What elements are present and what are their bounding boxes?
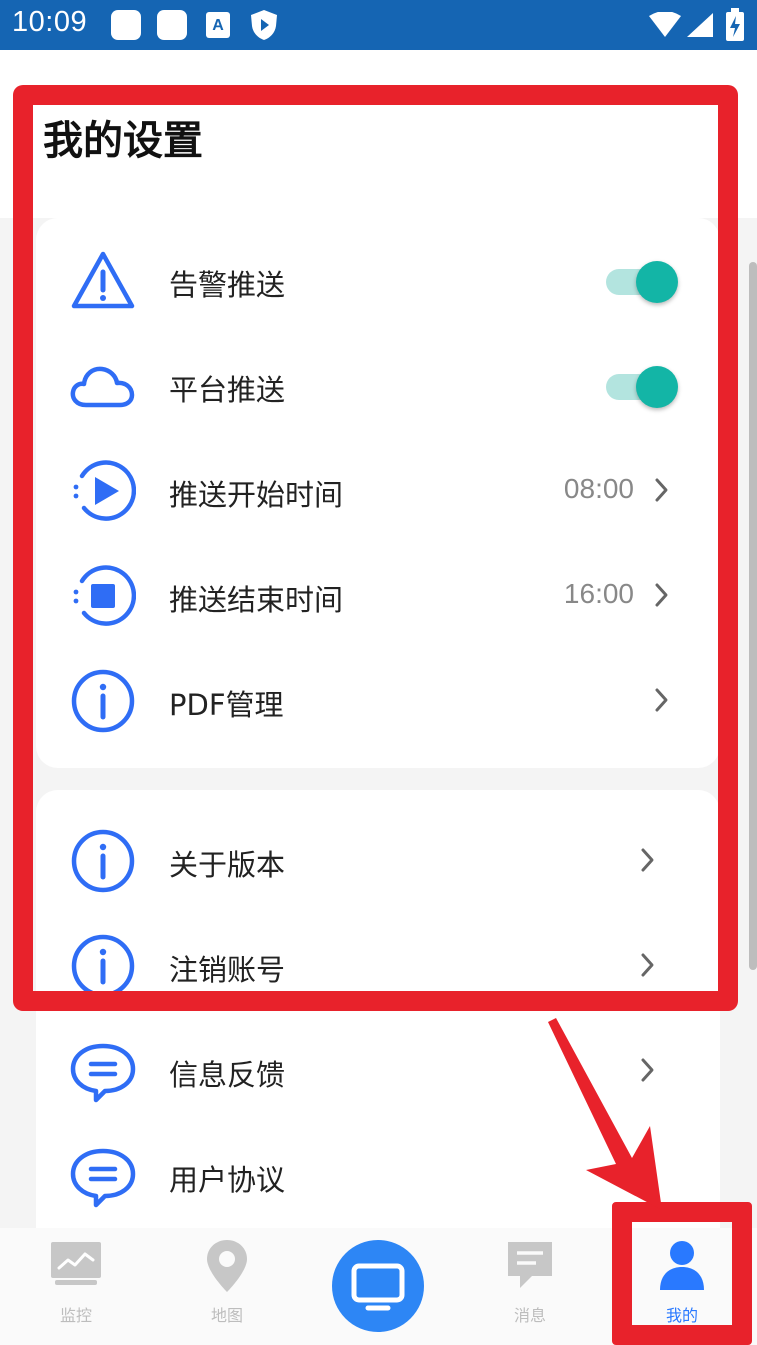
- chevron-right-icon: [655, 583, 668, 607]
- cloud-icon: [70, 366, 135, 408]
- app-icon: [111, 10, 141, 40]
- chevron-right-icon: [655, 688, 668, 712]
- tab-label: 消息: [513, 1306, 546, 1325]
- status-bar: 10:09 A: [0, 0, 757, 50]
- chevron-right-icon: [641, 953, 654, 977]
- monitor-chart-icon: [51, 1242, 101, 1285]
- app-icon: [157, 10, 187, 40]
- person-icon: [660, 1241, 704, 1290]
- setting-label: 推送结束时间: [169, 583, 344, 617]
- tab-messages[interactable]: 消息: [469, 1228, 591, 1345]
- a-icon: A: [206, 12, 230, 38]
- tab-label: 我的: [665, 1306, 698, 1325]
- status-time: 10:09: [12, 6, 88, 38]
- play-icon: [73, 460, 136, 521]
- stop-icon: [73, 565, 136, 626]
- setting-label: 告警推送: [169, 268, 286, 302]
- setting-label: 注销账号: [169, 953, 286, 987]
- setting-row-feedback[interactable]: 信息反馈: [36, 1018, 720, 1123]
- svg-text:A: A: [212, 17, 224, 34]
- toggle-knob: [636, 261, 678, 303]
- setting-row-about-version[interactable]: 关于版本: [36, 808, 720, 913]
- page-title: 我的设置: [43, 118, 203, 164]
- push-end-time-value: 16:00: [563, 578, 634, 609]
- setting-row-delete-account[interactable]: 注销账号: [36, 913, 720, 1018]
- tab-map[interactable]: 地图: [166, 1228, 288, 1345]
- wifi-icon: [649, 12, 681, 37]
- setting-label: PDF管理: [169, 688, 284, 722]
- setting-row-push-start-time[interactable]: 推送开始时间 08:00: [36, 438, 720, 543]
- toggle-knob: [636, 366, 678, 408]
- tab-label: 地图: [210, 1306, 243, 1325]
- alarm-push-toggle[interactable]: [606, 261, 678, 303]
- chevron-right-icon: [641, 1058, 654, 1082]
- message-icon: [508, 1242, 552, 1288]
- setting-label: 平台推送: [169, 373, 286, 407]
- chevron-right-icon: [641, 848, 654, 872]
- tab-me[interactable]: 我的: [621, 1228, 743, 1345]
- setting-label: 关于版本: [169, 848, 286, 882]
- setting-row-user-agreement[interactable]: 用户协议: [36, 1123, 720, 1228]
- tab-label: 监控: [59, 1306, 92, 1325]
- setting-label: 用户协议: [169, 1163, 286, 1197]
- info-icon: [71, 934, 135, 998]
- scrollbar[interactable]: [749, 262, 757, 970]
- tab-monitor[interactable]: 监控: [15, 1228, 137, 1345]
- setting-row-pdf-management[interactable]: PDF管理: [36, 648, 720, 753]
- bottom-nav: 监控 地图 消息 我的: [0, 1228, 757, 1345]
- warning-icon: [71, 251, 135, 309]
- chevron-right-icon: [655, 478, 668, 502]
- signal-icon: [687, 13, 713, 37]
- platform-push-toggle[interactable]: [606, 366, 678, 408]
- battery-charging-icon: [726, 8, 744, 41]
- chat-icon: [70, 1148, 136, 1208]
- push-start-time-value: 08:00: [563, 473, 634, 504]
- tv-center-button[interactable]: [332, 1240, 424, 1332]
- setting-label: 推送开始时间: [169, 478, 344, 512]
- chat-icon: [70, 1043, 136, 1103]
- shield-icon: [251, 10, 277, 40]
- info-icon: [71, 669, 135, 733]
- setting-label: 信息反馈: [169, 1058, 286, 1092]
- screen: 10:09 A 我的设置 告警推送 平台推送 推送开始时间 08:00 推送结束…: [0, 0, 757, 1345]
- info-icon: [71, 829, 135, 893]
- tv-icon: [351, 1263, 405, 1311]
- setting-row-alarm-push: 告警推送: [36, 228, 720, 333]
- setting-row-push-end-time[interactable]: 推送结束时间 16:00: [36, 543, 720, 648]
- map-pin-icon: [207, 1240, 247, 1292]
- setting-row-platform-push: 平台推送: [36, 333, 720, 438]
